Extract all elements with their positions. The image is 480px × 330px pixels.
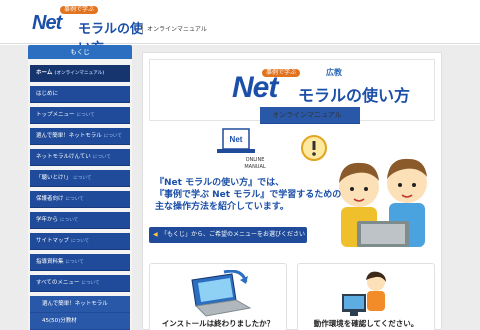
sidebar-item-label: サイトマップ	[36, 238, 70, 244]
sidebar-item-all-menus[interactable]: すべてのメニュー について	[30, 275, 130, 292]
environment-check-caption: 動作環境を確認してください。	[313, 319, 419, 328]
main-content: Net 事例で学ぶ モラルの使い方 広教 オンラインマニュアル Net ONLI…	[142, 52, 442, 330]
sidebar-item-label: 「聴いとけ!」	[36, 175, 72, 181]
logo-tag: 事例で学ぶ	[60, 6, 99, 14]
site-header: Net 事例で学ぶ モラルの使い方 オンラインマニュアル	[0, 0, 480, 56]
manual-icon-line2: MANUAL	[244, 164, 266, 170]
sidebar-item-note: について	[60, 218, 79, 223]
sidebar-item-by-grade[interactable]: 学年から について	[30, 212, 130, 229]
sidebar-item-note: (オンラインマニュアル)	[54, 71, 105, 76]
sidebar-item-label: ホーム	[36, 70, 53, 76]
cta-label: 「もくじ」から、ご希望のメニューをお選びください	[161, 231, 306, 238]
sidebar-item-note: について	[103, 134, 122, 139]
sidebar-item-home[interactable]: ホーム (オンラインマニュアル)	[30, 65, 130, 82]
intro-text: 『Net モラルの使い方』では、 『事例で学ぶ Net モラル』で学習するための…	[155, 177, 365, 213]
hero-banner: Net 事例で学ぶ モラルの使い方 広教 オンラインマニュアル	[149, 59, 435, 124]
sidebar-item-easy-net-moral[interactable]: 選んで簡単！ネットモラル について	[30, 128, 130, 145]
sidebar-item-sitemap[interactable]: サイトマップ について	[30, 233, 130, 250]
intro-line-1: 『Net モラルの使い方』では、	[155, 178, 285, 188]
sidebar-item-top-menu[interactable]: トップメニュー について	[30, 107, 130, 124]
publisher-logo: 広教	[326, 68, 342, 77]
sidebar-item-teaching-materials[interactable]: 指導資料集 について	[30, 254, 130, 271]
sidebar-item-label: はじめに	[36, 91, 59, 97]
sidebar-item-note: について	[73, 176, 92, 181]
sidebar-item-label: ネットモラルけんてい	[36, 154, 91, 160]
arrow-left-icon: ◀	[153, 231, 158, 238]
choose-from-contents-banner[interactable]: ◀ 「もくじ」から、ご希望のメニューをお選びください	[149, 227, 307, 243]
sidebar-item-label: すべてのメニュー	[36, 280, 80, 286]
banner-title-text: モラルの使い方	[298, 86, 411, 105]
sidebar-item-note: について	[71, 239, 90, 244]
environment-check-card[interactable]: 動作環境を確認してください。	[297, 263, 435, 330]
sidebar-item-note: について	[76, 113, 95, 118]
online-manual-icon: Net ONLINE MANUAL	[217, 128, 266, 170]
banner-subtitle: オンラインマニュアル	[260, 107, 360, 124]
sidebar-item-kiitoke[interactable]: 「聴いとけ!」 について	[30, 170, 130, 187]
header-subtitle: オンラインマニュアル	[142, 24, 207, 33]
install-check-caption: インストールは終わりましたか？	[161, 319, 275, 328]
svg-text:Net: Net	[230, 135, 243, 144]
laptop-icon	[191, 270, 252, 317]
sidebar-item-note: について	[65, 260, 84, 265]
intro-line-3: 主な操作方法を紹介しています。	[155, 202, 289, 212]
site-logo[interactable]: Net 事例で学ぶ モラルの使い方	[30, 6, 150, 56]
sidebar-item-label: 指導資料集	[36, 259, 64, 265]
sidebar-item-introduction[interactable]: はじめに	[30, 86, 130, 103]
banner-tag: 事例で学ぶ	[262, 69, 301, 77]
sidebar-item-label: トップメニュー	[36, 112, 75, 118]
logo-net-text: Net	[32, 12, 62, 34]
sidebar-subitem-45min-materials[interactable]: 45(50)分教材	[30, 313, 130, 330]
sidebar-item-note: について	[92, 155, 111, 160]
sidebar-item-note: について	[81, 281, 100, 286]
install-check-card[interactable]: インストールは終わりましたか？	[149, 263, 287, 330]
sidebar: もくじ ホーム (オンラインマニュアル) はじめに トップメニュー について 選んで…	[28, 45, 132, 330]
sidebar-title: もくじ	[28, 45, 132, 59]
sidebar-subitem-easy-net-moral[interactable]: 選んで簡単！ネットモラル	[30, 296, 130, 313]
sidebar-item-label: 選んで簡単！ネットモラル	[36, 133, 102, 139]
sidebar-item-label: 保護者向け	[36, 196, 64, 202]
manual-icon-line1: ONLINE	[246, 157, 265, 163]
sidebar-item-net-moral-test[interactable]: ネットモラルけんてい について	[30, 149, 130, 166]
intro-line-2: 『事例で学ぶ Net モラル』で学習するための	[155, 190, 342, 200]
teacher-pc-icon	[342, 271, 386, 316]
alert-bubble-icon	[301, 135, 327, 161]
sidebar-item-note: について	[65, 197, 84, 202]
sidebar-item-for-parents[interactable]: 保護者向け について	[30, 191, 130, 208]
sidebar-item-label: 学年から	[36, 217, 59, 223]
